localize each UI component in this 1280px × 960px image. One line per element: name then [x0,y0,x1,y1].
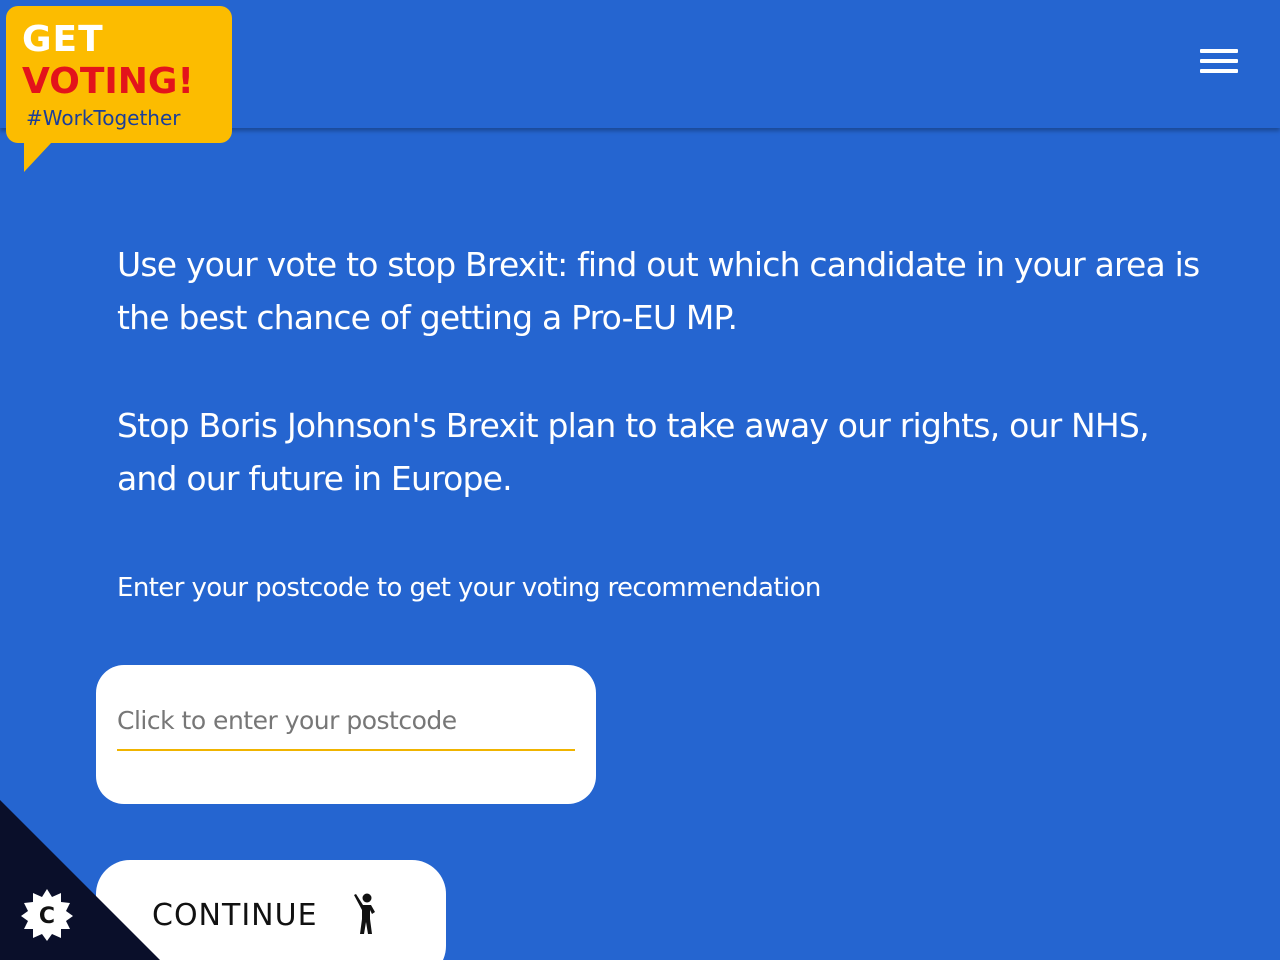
hamburger-menu-icon-bar [1200,49,1238,53]
cookie-settings-icon[interactable]: C [20,888,74,942]
postcode-card [96,665,596,804]
page: GET VOTING! #WorkTogether Use your vote … [0,0,1280,960]
logo-speech-tail [24,142,52,172]
hamburger-menu-button[interactable] [1200,48,1240,80]
intro-paragraph: Stop Boris Johnson's Brexit plan to take… [117,406,1150,498]
intro-paragraph: Use your vote to stop Brexit: find out w… [117,245,1200,337]
logo-text-get: GET [22,19,104,60]
logo-text-voting: VOTING! [22,61,194,102]
hamburger-menu-icon-bar [1200,59,1238,63]
postcode-input[interactable] [117,691,575,751]
continue-label: CONTINUE [152,898,318,933]
person-waving-icon [354,893,375,934]
get-voting-logo[interactable]: GET VOTING! #WorkTogether [6,6,232,172]
hamburger-menu-icon-bar [1200,69,1238,73]
postcode-prompt: Enter your postcode to get your voting r… [117,573,821,603]
logo-text-hashtag: #WorkTogether [26,106,181,130]
intro-content: Use your vote to stop Brexit: find out w… [117,238,1217,560]
cookie-badge-letter: C [39,904,55,929]
